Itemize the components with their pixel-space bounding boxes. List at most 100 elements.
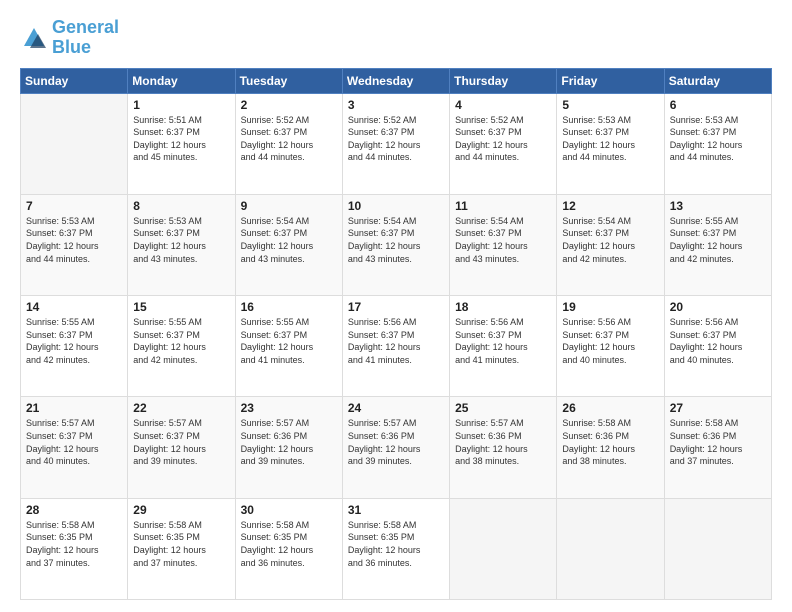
day-number: 24 — [348, 401, 444, 415]
calendar-cell: 3 Sunrise: 5:52 AM Sunset: 6:37 PM Daylig… — [342, 93, 449, 194]
calendar-cell — [664, 498, 771, 599]
calendar-cell: 16 Sunrise: 5:55 AM Sunset: 6:37 PM Dayli… — [235, 296, 342, 397]
day-info: Sunrise: 5:56 AM Sunset: 6:37 PM Dayligh… — [348, 316, 444, 366]
day-info: Sunrise: 5:58 AM Sunset: 6:35 PM Dayligh… — [348, 519, 444, 569]
day-info: Sunrise: 5:57 AM Sunset: 6:36 PM Dayligh… — [241, 417, 337, 467]
day-info: Sunrise: 5:56 AM Sunset: 6:37 PM Dayligh… — [562, 316, 658, 366]
day-info: Sunrise: 5:55 AM Sunset: 6:37 PM Dayligh… — [26, 316, 122, 366]
logo-text: General Blue — [52, 18, 119, 58]
week-row-4: 21 Sunrise: 5:57 AM Sunset: 6:37 PM Dayli… — [21, 397, 772, 498]
calendar-cell: 17 Sunrise: 5:56 AM Sunset: 6:37 PM Dayli… — [342, 296, 449, 397]
calendar-cell: 11 Sunrise: 5:54 AM Sunset: 6:37 PM Dayli… — [450, 194, 557, 295]
calendar-cell: 30Sunrise: 5:58 AM Sunset: 6:35 PM Dayli… — [235, 498, 342, 599]
day-info: Sunrise: 5:54 AM Sunset: 6:37 PM Dayligh… — [348, 215, 444, 265]
calendar-cell: 8 Sunrise: 5:53 AM Sunset: 6:37 PM Daylig… — [128, 194, 235, 295]
page: General Blue SundayMondayTuesdayWednesda… — [0, 0, 792, 612]
day-number: 19 — [562, 300, 658, 314]
calendar-cell — [450, 498, 557, 599]
calendar-cell: 18Sunrise: 5:56 AM Sunset: 6:37 PM Dayli… — [450, 296, 557, 397]
day-number: 1 — [133, 98, 229, 112]
day-info: Sunrise: 5:57 AM Sunset: 6:36 PM Dayligh… — [348, 417, 444, 467]
day-info: Sunrise: 5:53 AM Sunset: 6:37 PM Dayligh… — [670, 114, 766, 164]
day-info: Sunrise: 5:54 AM Sunset: 6:37 PM Dayligh… — [455, 215, 551, 265]
day-number: 18 — [455, 300, 551, 314]
day-number: 8 — [133, 199, 229, 213]
calendar-cell: 6Sunrise: 5:53 AM Sunset: 6:37 PM Daylig… — [664, 93, 771, 194]
day-number: 23 — [241, 401, 337, 415]
day-number: 2 — [241, 98, 337, 112]
calendar-cell: 13 Sunrise: 5:55 AM Sunset: 6:37 PM Dayli… — [664, 194, 771, 295]
calendar-cell: 10 Sunrise: 5:54 AM Sunset: 6:37 PM Dayli… — [342, 194, 449, 295]
week-row-1: 1 Sunrise: 5:51 AM Sunset: 6:37 PM Daylig… — [21, 93, 772, 194]
calendar-cell: 2 Sunrise: 5:52 AM Sunset: 6:37 PM Daylig… — [235, 93, 342, 194]
week-row-5: 28 Sunrise: 5:58 AM Sunset: 6:35 PM Dayli… — [21, 498, 772, 599]
day-number: 29 — [133, 503, 229, 517]
day-number: 4 — [455, 98, 551, 112]
day-header-sunday: Sunday — [21, 68, 128, 93]
day-info: Sunrise: 5:51 AM Sunset: 6:37 PM Dayligh… — [133, 114, 229, 164]
day-info: Sunrise: 5:53 AM Sunset: 6:37 PM Dayligh… — [133, 215, 229, 265]
calendar-cell: 29 Sunrise: 5:58 AM Sunset: 6:35 PM Dayli… — [128, 498, 235, 599]
day-number: 11 — [455, 199, 551, 213]
day-info: Sunrise: 5:56 AM Sunset: 6:37 PM Dayligh… — [670, 316, 766, 366]
day-number: 9 — [241, 199, 337, 213]
day-header-monday: Monday — [128, 68, 235, 93]
calendar-cell: 12Sunrise: 5:54 AM Sunset: 6:37 PM Dayli… — [557, 194, 664, 295]
calendar-cell: 31 Sunrise: 5:58 AM Sunset: 6:35 PM Dayli… — [342, 498, 449, 599]
day-info: Sunrise: 5:55 AM Sunset: 6:37 PM Dayligh… — [670, 215, 766, 265]
day-number: 22 — [133, 401, 229, 415]
calendar-cell: 1 Sunrise: 5:51 AM Sunset: 6:37 PM Daylig… — [128, 93, 235, 194]
week-row-2: 7 Sunrise: 5:53 AM Sunset: 6:37 PM Daylig… — [21, 194, 772, 295]
day-info: Sunrise: 5:58 AM Sunset: 6:35 PM Dayligh… — [133, 519, 229, 569]
day-number: 25 — [455, 401, 551, 415]
day-info: Sunrise: 5:57 AM Sunset: 6:37 PM Dayligh… — [26, 417, 122, 467]
day-info: Sunrise: 5:58 AM Sunset: 6:35 PM Dayligh… — [26, 519, 122, 569]
day-info: Sunrise: 5:52 AM Sunset: 6:37 PM Dayligh… — [241, 114, 337, 164]
logo-icon — [20, 24, 48, 52]
day-number: 21 — [26, 401, 122, 415]
day-number: 16 — [241, 300, 337, 314]
day-info: Sunrise: 5:54 AM Sunset: 6:37 PM Dayligh… — [241, 215, 337, 265]
calendar-cell: 28 Sunrise: 5:58 AM Sunset: 6:35 PM Dayli… — [21, 498, 128, 599]
calendar-cell: 26Sunrise: 5:58 AM Sunset: 6:36 PM Dayli… — [557, 397, 664, 498]
calendar-cell: 19 Sunrise: 5:56 AM Sunset: 6:37 PM Dayli… — [557, 296, 664, 397]
day-info: Sunrise: 5:57 AM Sunset: 6:36 PM Dayligh… — [455, 417, 551, 467]
day-info: Sunrise: 5:58 AM Sunset: 6:36 PM Dayligh… — [670, 417, 766, 467]
day-number: 14 — [26, 300, 122, 314]
day-number: 30 — [241, 503, 337, 517]
day-info: Sunrise: 5:54 AM Sunset: 6:37 PM Dayligh… — [562, 215, 658, 265]
day-number: 5 — [562, 98, 658, 112]
day-number: 17 — [348, 300, 444, 314]
day-number: 31 — [348, 503, 444, 517]
calendar-cell: 15Sunrise: 5:55 AM Sunset: 6:37 PM Dayli… — [128, 296, 235, 397]
logo: General Blue — [20, 18, 119, 58]
day-header-saturday: Saturday — [664, 68, 771, 93]
day-info: Sunrise: 5:52 AM Sunset: 6:37 PM Dayligh… — [455, 114, 551, 164]
day-number: 13 — [670, 199, 766, 213]
calendar-header-row: SundayMondayTuesdayWednesdayThursdayFrid… — [21, 68, 772, 93]
calendar-cell: 24 Sunrise: 5:57 AM Sunset: 6:36 PM Dayli… — [342, 397, 449, 498]
calendar-table: SundayMondayTuesdayWednesdayThursdayFrid… — [20, 68, 772, 600]
calendar-cell: 21 Sunrise: 5:57 AM Sunset: 6:37 PM Dayli… — [21, 397, 128, 498]
day-number: 20 — [670, 300, 766, 314]
calendar-cell — [557, 498, 664, 599]
day-number: 15 — [133, 300, 229, 314]
day-number: 7 — [26, 199, 122, 213]
week-row-3: 14 Sunrise: 5:55 AM Sunset: 6:37 PM Dayli… — [21, 296, 772, 397]
day-info: Sunrise: 5:55 AM Sunset: 6:37 PM Dayligh… — [241, 316, 337, 366]
calendar-cell: 20 Sunrise: 5:56 AM Sunset: 6:37 PM Dayli… — [664, 296, 771, 397]
calendar-cell — [21, 93, 128, 194]
calendar-cell: 25 Sunrise: 5:57 AM Sunset: 6:36 PM Dayli… — [450, 397, 557, 498]
day-info: Sunrise: 5:58 AM Sunset: 6:36 PM Dayligh… — [562, 417, 658, 467]
day-header-wednesday: Wednesday — [342, 68, 449, 93]
header: General Blue — [20, 18, 772, 58]
day-header-friday: Friday — [557, 68, 664, 93]
day-number: 28 — [26, 503, 122, 517]
day-info: Sunrise: 5:52 AM Sunset: 6:37 PM Dayligh… — [348, 114, 444, 164]
calendar-cell: 22 Sunrise: 5:57 AM Sunset: 6:37 PM Dayli… — [128, 397, 235, 498]
calendar-cell: 7Sunrise: 5:53 AM Sunset: 6:37 PM Daylig… — [21, 194, 128, 295]
day-info: Sunrise: 5:57 AM Sunset: 6:37 PM Dayligh… — [133, 417, 229, 467]
calendar-cell: 14 Sunrise: 5:55 AM Sunset: 6:37 PM Dayli… — [21, 296, 128, 397]
day-number: 3 — [348, 98, 444, 112]
day-number: 10 — [348, 199, 444, 213]
